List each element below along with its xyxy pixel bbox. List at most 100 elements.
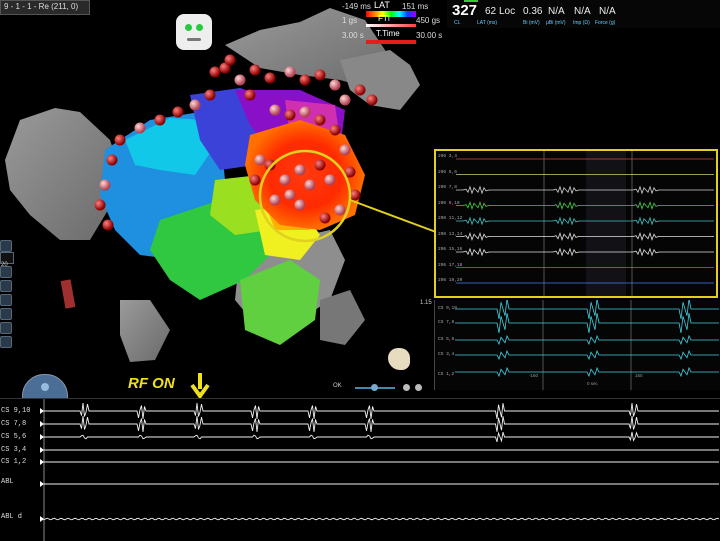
lesion-dot <box>299 74 311 86</box>
tool-zoom-icon[interactable] <box>0 294 12 306</box>
tool-layers-icon[interactable] <box>0 322 12 334</box>
trace-channel-line <box>44 402 719 420</box>
view-control-bar[interactable]: OK <box>333 383 431 393</box>
zoom-channel-label: 206 5,6 <box>438 169 457 175</box>
view-step-left-icon[interactable] <box>415 384 422 391</box>
zoom-trace <box>456 216 714 226</box>
lower-trace <box>455 300 719 320</box>
trace-channel-label: ABL <box>1 478 14 486</box>
lesion-dot <box>234 74 246 86</box>
time-color-bar <box>366 40 416 44</box>
lesion-dot <box>329 124 341 136</box>
map-tab[interactable]: 9 - 1 - 1 - Re (211, 0) <box>0 0 90 15</box>
lesion-dot <box>314 159 326 171</box>
lat-color-bar <box>366 11 416 17</box>
lesion-dot <box>269 104 281 116</box>
fti-max: 450 gs <box>416 16 441 25</box>
imp-value: N/A <box>574 6 591 17</box>
trace-channel-label: CS 5,6 <box>1 433 27 441</box>
trace-marker-icon <box>40 434 44 440</box>
trace-channel-label: CS 3,4 <box>1 446 27 454</box>
lesion-dot <box>249 64 261 76</box>
rf-on-label: RF ON <box>128 375 175 392</box>
lower-trace <box>455 349 719 361</box>
lower-scale: 1.15 <box>420 300 432 306</box>
lower-egm-panel[interactable]: -160 0 sec 160 <box>434 300 720 390</box>
trace-channel-line <box>44 415 719 433</box>
lesion-dot <box>334 204 346 216</box>
lesion-dot <box>209 66 221 78</box>
lesion-dot <box>269 194 281 206</box>
lesion-dot <box>154 114 166 126</box>
force-label: Force (g) <box>595 20 616 26</box>
lesion-dot <box>244 89 256 101</box>
lower-channel-label: CS 1,2 <box>438 372 455 377</box>
bi-value: 0.36 <box>523 6 543 17</box>
lower-channel-label: CS 7,8 <box>438 320 455 325</box>
lower-trace <box>455 366 719 378</box>
heart-orientation-icon[interactable] <box>388 348 410 370</box>
zoom-channel-label: 206 19,20 <box>438 278 463 283</box>
lesion-dot <box>294 199 306 211</box>
lesion-dot <box>189 99 201 111</box>
lower-channel-label: CS 3,4 <box>438 352 455 357</box>
lower-trace <box>455 334 719 346</box>
lesion-dot <box>224 54 236 66</box>
lower-channel-label: CS 9,10 <box>438 306 457 311</box>
trace-channel-label: CS 7,8 <box>1 420 27 428</box>
trace-marker-icon <box>40 481 44 487</box>
lesion-dot <box>114 134 126 146</box>
lat-title: LAT <box>374 0 390 10</box>
tool-rotate-icon[interactable] <box>0 280 12 292</box>
lesion-dot <box>99 179 111 191</box>
imp-label: Imp (Ω) <box>573 20 590 26</box>
lesion-dot <box>366 94 378 106</box>
lower-time-center: 0 sec <box>587 381 598 386</box>
lower-trace <box>455 312 719 334</box>
trace-marker-icon <box>40 516 44 522</box>
lat-label: LAT (ms) <box>477 20 498 26</box>
zoom-trace <box>456 200 714 211</box>
trace-channel-line <box>44 431 719 443</box>
zoom-trace <box>456 247 714 257</box>
zoom-channel-label: 206 3,4 <box>438 154 457 159</box>
tool-pan-icon[interactable] <box>0 266 12 278</box>
lesion-dot <box>354 84 366 96</box>
lesion-dot <box>284 189 296 201</box>
uni-value: N/A <box>548 6 565 17</box>
trace-channel-label: CS 9,10 <box>1 407 31 415</box>
lower-time-right: 160 <box>635 373 643 378</box>
tracing-panel[interactable] <box>0 398 720 541</box>
tool-settings-icon[interactable] <box>0 336 12 348</box>
loc-label: Loc <box>499 6 516 17</box>
zoom-egm-panel[interactable] <box>434 149 718 298</box>
lesion-dot <box>264 72 276 84</box>
lesion-dot <box>102 219 114 231</box>
lesion-dot <box>284 66 296 78</box>
map-legend: -149 ms LAT 151 ms 1 gs FTI 450 gs 3.00 … <box>340 0 447 46</box>
lesion-dot <box>294 164 306 176</box>
lesion-dot <box>254 154 266 166</box>
lesion-dot <box>94 199 106 211</box>
lat-min: -149 ms <box>342 2 371 11</box>
lesion-dot <box>249 174 261 186</box>
lesion-dot <box>324 174 336 186</box>
cl-label: CL <box>454 20 461 26</box>
lesion-dot <box>172 106 184 118</box>
view-slider-knob[interactable] <box>371 384 378 391</box>
trace-marker-icon <box>40 447 44 453</box>
lesion-dot <box>304 179 316 191</box>
lat-max: 151 ms <box>402 2 429 11</box>
zoom-channel-label: 206 15,16 <box>438 247 463 252</box>
sidebar-value-box[interactable]: 20 <box>0 252 14 268</box>
tool-grid-icon[interactable] <box>0 240 12 252</box>
lesion-dot <box>329 79 341 91</box>
tool-camera-icon[interactable] <box>0 308 12 320</box>
lesion-dot <box>106 154 118 166</box>
force-value: N/A <box>599 6 616 17</box>
zoom-channel-label: 206 13,14 <box>438 231 463 237</box>
zoom-trace <box>456 231 714 242</box>
view-step-right-icon[interactable] <box>403 384 410 391</box>
view-ok-label: OK <box>333 383 342 389</box>
face-orientation-icon[interactable] <box>176 14 212 50</box>
